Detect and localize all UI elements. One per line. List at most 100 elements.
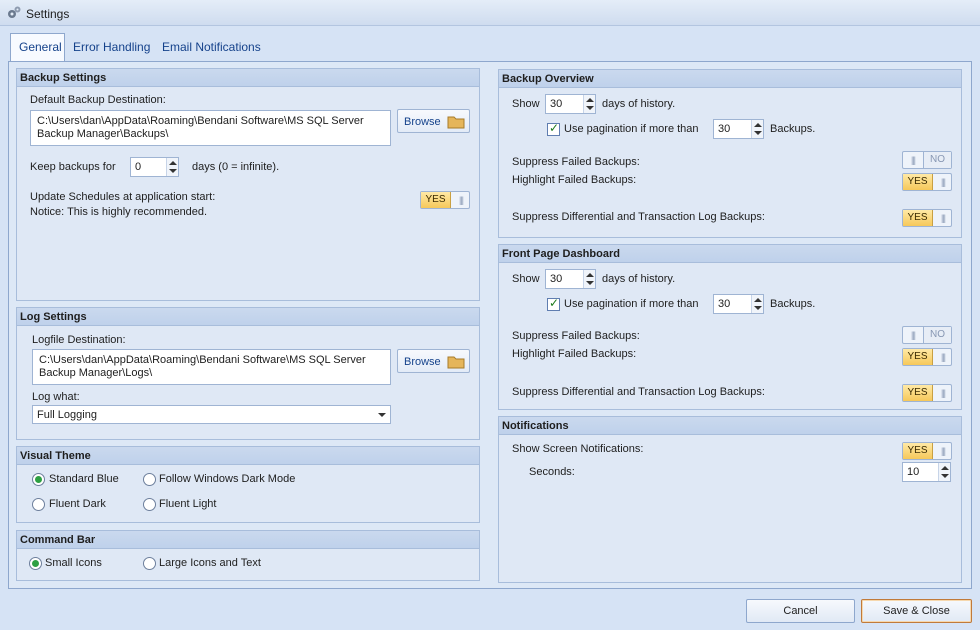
notifications-group: Notifications (498, 416, 962, 583)
bo-highlight-failed-label: Highlight Failed Backups: (512, 174, 637, 186)
radio-large-icons[interactable] (143, 557, 156, 570)
spin-up-icon (754, 123, 762, 127)
toggle-on-label: YES (903, 443, 933, 459)
update-schedules-toggle[interactable]: YES ||| (420, 191, 470, 209)
backup-destination-label: Default Backup Destination: (30, 94, 166, 106)
keep-backups-stepper[interactable]: 0 (130, 157, 179, 177)
command-bar-header: Command Bar (17, 531, 479, 549)
gear-icon (8, 6, 21, 18)
toggle-grip-icon: ||| (940, 352, 946, 362)
bo-show-suffix: days of history. (602, 98, 676, 110)
fp-show-label: Show (512, 273, 540, 285)
spin-buttons[interactable] (583, 95, 595, 113)
bo-pagination-stepper[interactable]: 30 (713, 119, 764, 139)
spin-buttons[interactable] (166, 158, 178, 176)
toggle-grip-icon: ||| (910, 155, 916, 165)
toggle-grip-icon: ||| (940, 446, 946, 456)
fp-pagination-checkbox[interactable] (547, 296, 560, 311)
fp-show-stepper[interactable]: 30 (545, 269, 596, 289)
bo-suppress-failed-toggle[interactable]: ||| NO (902, 151, 952, 169)
spin-buttons[interactable] (751, 295, 763, 313)
bo-show-value: 30 (550, 98, 563, 110)
toggle-on-label: YES (903, 210, 933, 226)
radio-small-icons-label[interactable]: Small Icons (45, 557, 102, 569)
radio-fluent-light-label[interactable]: Fluent Light (159, 498, 216, 510)
toggle-grip-icon: ||| (940, 388, 946, 398)
bo-pagination-label[interactable]: Use pagination if more than (564, 123, 699, 135)
cancel-button[interactable]: Cancel (746, 599, 855, 623)
save-close-button-label: Save & Close (883, 605, 950, 617)
radio-standard-blue[interactable] (32, 473, 45, 486)
bo-highlight-failed-toggle[interactable]: YES ||| (902, 173, 952, 191)
log-settings-header: Log Settings (17, 308, 479, 326)
backup-destination-field[interactable]: C:\Users\dan\AppData\Roaming\Bendani Sof… (30, 110, 391, 146)
backup-browse-button[interactable]: Browse (397, 109, 470, 133)
notifications-header: Notifications (499, 417, 961, 435)
toggle-grip-icon: ||| (940, 213, 946, 223)
fp-suppress-failed-toggle[interactable]: ||| NO (902, 326, 952, 344)
radio-large-icons-label[interactable]: Large Icons and Text (159, 557, 261, 569)
front-page-header: Front Page Dashboard (499, 245, 961, 263)
bo-pagination-suffix: Backups. (770, 123, 816, 135)
seconds-stepper[interactable]: 10 (902, 462, 951, 482)
tab-error-handling[interactable]: Error Handling (65, 34, 155, 60)
keep-backups-suffix: days (0 = infinite). (192, 161, 280, 173)
fp-suppress-diff-toggle[interactable]: YES ||| (902, 384, 952, 402)
title-bar (0, 0, 980, 26)
bo-show-stepper[interactable]: 30 (545, 94, 596, 114)
update-schedules-notice: Notice: This is highly recommended. (30, 206, 208, 218)
fp-show-value: 30 (550, 273, 563, 285)
seconds-value: 10 (907, 466, 920, 478)
spin-down-icon (586, 106, 594, 110)
save-close-button[interactable]: Save & Close (861, 599, 972, 623)
fp-highlight-failed-label: Highlight Failed Backups: (512, 348, 637, 360)
spin-buttons[interactable] (938, 463, 950, 481)
bo-suppress-diff-label: Suppress Differential and Transaction Lo… (512, 211, 765, 223)
spin-down-icon (941, 474, 949, 478)
toggle-on-label: YES (903, 174, 933, 190)
bo-pagination-checkbox[interactable] (547, 121, 560, 136)
visual-theme-header: Visual Theme (17, 447, 479, 465)
spin-buttons[interactable] (751, 120, 763, 138)
folder-icon (447, 356, 465, 369)
radio-fluent-light[interactable] (143, 498, 156, 511)
tab-email-notifications[interactable]: Email Notifications (154, 34, 269, 60)
radio-standard-blue-label[interactable]: Standard Blue (49, 473, 119, 485)
spin-up-icon (941, 466, 949, 470)
chevron-down-icon (378, 413, 386, 417)
radio-windows-dark-mode[interactable] (143, 473, 156, 486)
toggle-on-label: YES (421, 192, 451, 208)
show-notifications-toggle[interactable]: YES ||| (902, 442, 952, 460)
spin-up-icon (586, 273, 594, 277)
bo-suppress-diff-toggle[interactable]: YES ||| (902, 209, 952, 227)
toggle-grip-icon: ||| (940, 177, 946, 187)
keep-backups-label: Keep backups for (30, 161, 116, 173)
fp-pagination-suffix: Backups. (770, 298, 816, 310)
tab-general[interactable]: General (10, 33, 65, 61)
spin-down-icon (169, 169, 177, 173)
toggle-grip-icon: ||| (458, 195, 464, 205)
fp-show-suffix: days of history. (602, 273, 676, 285)
log-what-label: Log what: (32, 391, 80, 403)
spin-down-icon (754, 131, 762, 135)
spin-buttons[interactable] (583, 270, 595, 288)
toggle-on-label: YES (903, 349, 933, 365)
radio-windows-dark-mode-label[interactable]: Follow Windows Dark Mode (159, 473, 295, 485)
log-browse-button[interactable]: Browse (397, 349, 470, 373)
fp-pagination-value: 30 (718, 298, 731, 310)
fp-pagination-stepper[interactable]: 30 (713, 294, 764, 314)
bo-suppress-failed-label: Suppress Failed Backups: (512, 156, 640, 168)
radio-fluent-dark[interactable] (32, 498, 45, 511)
log-what-select[interactable]: Full Logging (32, 405, 391, 424)
radio-small-icons[interactable] (29, 557, 42, 570)
fp-highlight-failed-toggle[interactable]: YES ||| (902, 348, 952, 366)
backup-browse-label: Browse (404, 116, 441, 128)
fp-pagination-label[interactable]: Use pagination if more than (564, 298, 699, 310)
backup-settings-header: Backup Settings (17, 69, 479, 87)
seconds-label: Seconds: (529, 466, 575, 478)
logfile-destination-field[interactable]: C:\Users\dan\AppData\Roaming\Bendani Sof… (32, 349, 391, 385)
toggle-grip-icon: ||| (910, 330, 916, 340)
folder-icon (447, 116, 465, 129)
radio-fluent-dark-label[interactable]: Fluent Dark (49, 498, 106, 510)
bo-show-label: Show (512, 98, 540, 110)
